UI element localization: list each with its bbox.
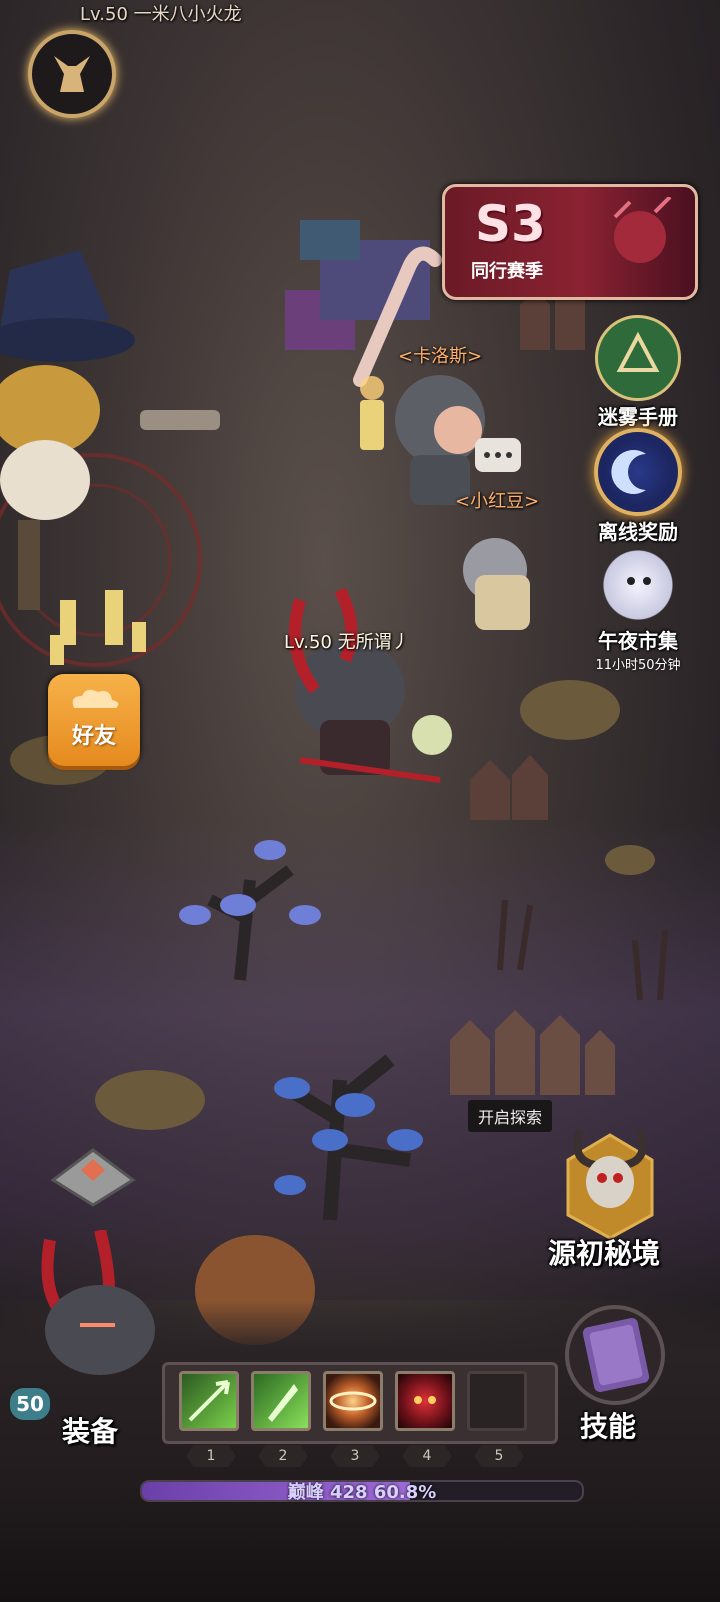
green-shard-icon	[268, 1384, 298, 1422]
skills-label: 技能	[580, 1410, 637, 1443]
moon-icon	[594, 428, 682, 516]
npc-name-carlos[interactable]: <卡洛斯>	[398, 342, 482, 368]
offline-reward-button[interactable]: 离线奖励	[578, 428, 698, 545]
formation-icon[interactable]	[48, 1145, 138, 1210]
midnight-market-timer: 11小时50分钟	[595, 658, 681, 673]
hero-level-badge: 50	[8, 1386, 52, 1422]
demon-face-icon	[414, 1396, 436, 1404]
fog-manual-button[interactable]: 迷雾手册	[578, 315, 698, 430]
skill-slot-number: 2	[258, 1445, 308, 1467]
explore-tooltip: 开启探索	[468, 1100, 553, 1132]
skill-slot-2[interactable]	[251, 1371, 311, 1431]
scarecrow-hat	[0, 250, 110, 330]
skill-bar	[162, 1362, 558, 1444]
ghost-icon	[598, 545, 678, 625]
hero-portrait-icon	[41, 1228, 155, 1375]
bull-skull-icon	[566, 1128, 654, 1240]
npc-name-little-red[interactable]: <小红豆>	[455, 487, 539, 513]
skill-slot-number: 3	[330, 1445, 380, 1467]
friends-button[interactable]: 好友	[48, 674, 140, 766]
game-scene: Lv.50 一米八小火龙 S3 同行赛季 迷雾手册 离线奖励 午夜市集 11小时…	[0, 0, 720, 1602]
skill-slot-number: 1	[186, 1445, 236, 1467]
skill-slot-1[interactable]	[179, 1371, 239, 1431]
spellbook-icon	[565, 1305, 665, 1405]
midnight-market-button[interactable]: 午夜市集 11小时50分钟	[578, 545, 698, 673]
season-banner-button[interactable]: S3 同行赛季	[442, 184, 698, 300]
peak-progress-text: 巅峰 428 60.8%	[140, 1478, 584, 1504]
green-arrow-icon	[188, 1380, 230, 1422]
pet-companion	[412, 715, 452, 755]
skill-slot-5[interactable]	[467, 1371, 527, 1431]
offline-reward-label: 离线奖励	[598, 520, 678, 544]
skill-slot-number: 4	[402, 1445, 452, 1467]
fog-manual-label: 迷雾手册	[598, 405, 678, 429]
dog-icon	[54, 56, 90, 92]
player-name: Lv.50 无所谓丿	[284, 632, 410, 653]
skills-button[interactable]	[560, 1300, 670, 1410]
season-code: S3	[475, 195, 546, 253]
vortex-icon	[329, 1391, 377, 1411]
peak-percent-text: 60.8%	[373, 1482, 437, 1503]
origin-realm-label: 源初秘境	[548, 1237, 661, 1270]
skill-slot-3[interactable]	[323, 1371, 383, 1431]
skill-slot-4[interactable]	[395, 1371, 455, 1431]
equipment-label: 装备	[62, 1415, 119, 1448]
origin-realm-button[interactable]	[560, 1120, 660, 1240]
book-icon	[595, 315, 681, 401]
midnight-market-label: 午夜市集	[598, 629, 678, 653]
cloud-icon	[72, 689, 119, 708]
skill-slot-number: 5	[474, 1445, 524, 1467]
equipment-button[interactable]	[20, 1228, 160, 1380]
season-name: 同行赛季	[471, 261, 543, 282]
season-character-icon	[613, 197, 672, 263]
friends-label: 好友	[71, 724, 116, 749]
player-avatar-button[interactable]	[28, 30, 116, 118]
top-player-name: Lv.50 一米八小火龙	[80, 4, 242, 25]
peak-level-text: 巅峰 428	[287, 1482, 374, 1503]
